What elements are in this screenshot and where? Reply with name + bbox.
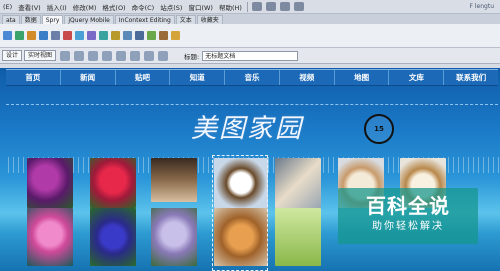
nav-music[interactable]: 音乐 [225,70,280,85]
menu-insert[interactable]: 插入(I) [44,2,70,12]
menu-site[interactable]: 站点(S) [157,2,185,12]
globe-icon[interactable] [74,50,85,61]
menu-commands[interactable]: 命令(C) [129,2,158,12]
user-icon[interactable] [293,2,304,11]
document-toolbar: 设计 实时视图 标题: 无标题文档 [0,48,500,64]
title-input[interactable]: 无标题文档 [202,50,299,61]
nav-news[interactable]: 新闻 [61,70,116,85]
menu-bar: (E) 查看(V) 插入(I) 修改(M) 格式(O) 命令(C) 站点(S) … [0,0,500,14]
nav-home[interactable]: 首页 [6,70,61,85]
table-icon[interactable] [3,31,12,40]
tab-text[interactable]: 文本 [175,15,196,24]
confirm-icon[interactable] [111,31,120,40]
menubar-icon[interactable] [123,31,132,40]
password-icon[interactable] [99,31,108,40]
tab-incontext-editing[interactable]: InContext Editing [114,15,175,24]
counter-badge: 15 [364,114,394,144]
refresh-icon[interactable] [116,50,127,61]
nav-wenku[interactable]: 文库 [389,70,445,85]
extend-icon[interactable] [265,2,276,11]
photo-red-roses[interactable] [90,158,136,208]
radio-icon[interactable] [75,31,84,40]
tab-favorites[interactable]: 收藏夹 [196,15,223,24]
watermark: 百科全说 助你轻松解决 [338,188,478,244]
photo-purple-flowers[interactable] [27,158,73,208]
accordion-icon[interactable] [147,31,156,40]
checkbox-icon[interactable] [63,31,72,40]
collapsible-icon[interactable] [159,31,168,40]
tab-data[interactable]: 数据 [20,15,41,24]
region-icon[interactable] [15,31,24,40]
nav-video[interactable]: 视频 [280,70,335,85]
photo-green-field[interactable] [275,208,321,266]
selection-outline [212,155,268,271]
photo-puppy-floor[interactable] [275,158,321,208]
nav-contact[interactable]: 联系我们 [444,70,498,85]
preview-icon[interactable] [102,50,113,61]
tab-spry[interactable]: Spry [41,15,64,24]
visual-aids-icon[interactable] [144,50,155,61]
dashed-divider [6,104,498,105]
view-options-icon[interactable] [130,50,141,61]
tab-jquery-mobile[interactable]: jQuery Mobile [64,15,114,24]
photo-lilac-flowers[interactable] [151,208,197,266]
nav-zhidao[interactable]: 知道 [170,70,226,85]
menu-edit[interactable]: (E) [0,3,15,11]
title-label: 标题: [184,52,200,61]
gear-icon[interactable] [279,2,290,11]
select-icon[interactable] [87,31,96,40]
tab-data-partial[interactable]: ata [2,15,20,24]
site-title: 美图家园 [190,114,303,144]
menu-format[interactable]: 格式(O) [99,2,128,12]
watermark-title: 百科全说 [366,194,450,218]
validation-icon[interactable] [39,31,48,40]
insert-toolbar [0,24,500,48]
inspect-icon[interactable] [60,50,71,61]
menu-help[interactable]: 帮助(H) [216,2,245,12]
ruler [0,64,500,68]
dataset-icon[interactable] [27,31,36,40]
menu-separator [246,1,248,12]
file-management-icon[interactable] [88,50,99,61]
layout-icon[interactable] [251,2,262,11]
photo-blue-flowers[interactable] [90,208,136,266]
nav-map[interactable]: 地图 [335,70,390,85]
watermark-subtitle: 助你轻松解决 [372,221,444,232]
workspace-label: F lengtu [469,3,494,10]
live-view-button[interactable]: 实时视图 [24,50,57,61]
menu-modify[interactable]: 修改(M) [70,2,100,12]
photo-pink-lotus[interactable] [27,208,73,266]
menu-view[interactable]: 查看(V) [15,2,44,12]
design-view-button[interactable]: 设计 [2,50,23,61]
menu-window[interactable]: 窗口(W) [185,2,216,12]
form-icon[interactable] [51,31,60,40]
tabbed-panels-icon[interactable] [135,31,144,40]
site-nav: 首页 新闻 贴吧 知道 音乐 视频 地图 文库 联系我们 [6,69,498,86]
photo-puppies-litter[interactable] [151,158,197,202]
check-page-icon[interactable] [158,50,169,61]
tooltip-icon[interactable] [171,31,180,40]
insert-tabs: ata 数据 Spry jQuery Mobile InContext Edit… [0,14,500,24]
nav-tieba[interactable]: 贴吧 [116,70,171,85]
